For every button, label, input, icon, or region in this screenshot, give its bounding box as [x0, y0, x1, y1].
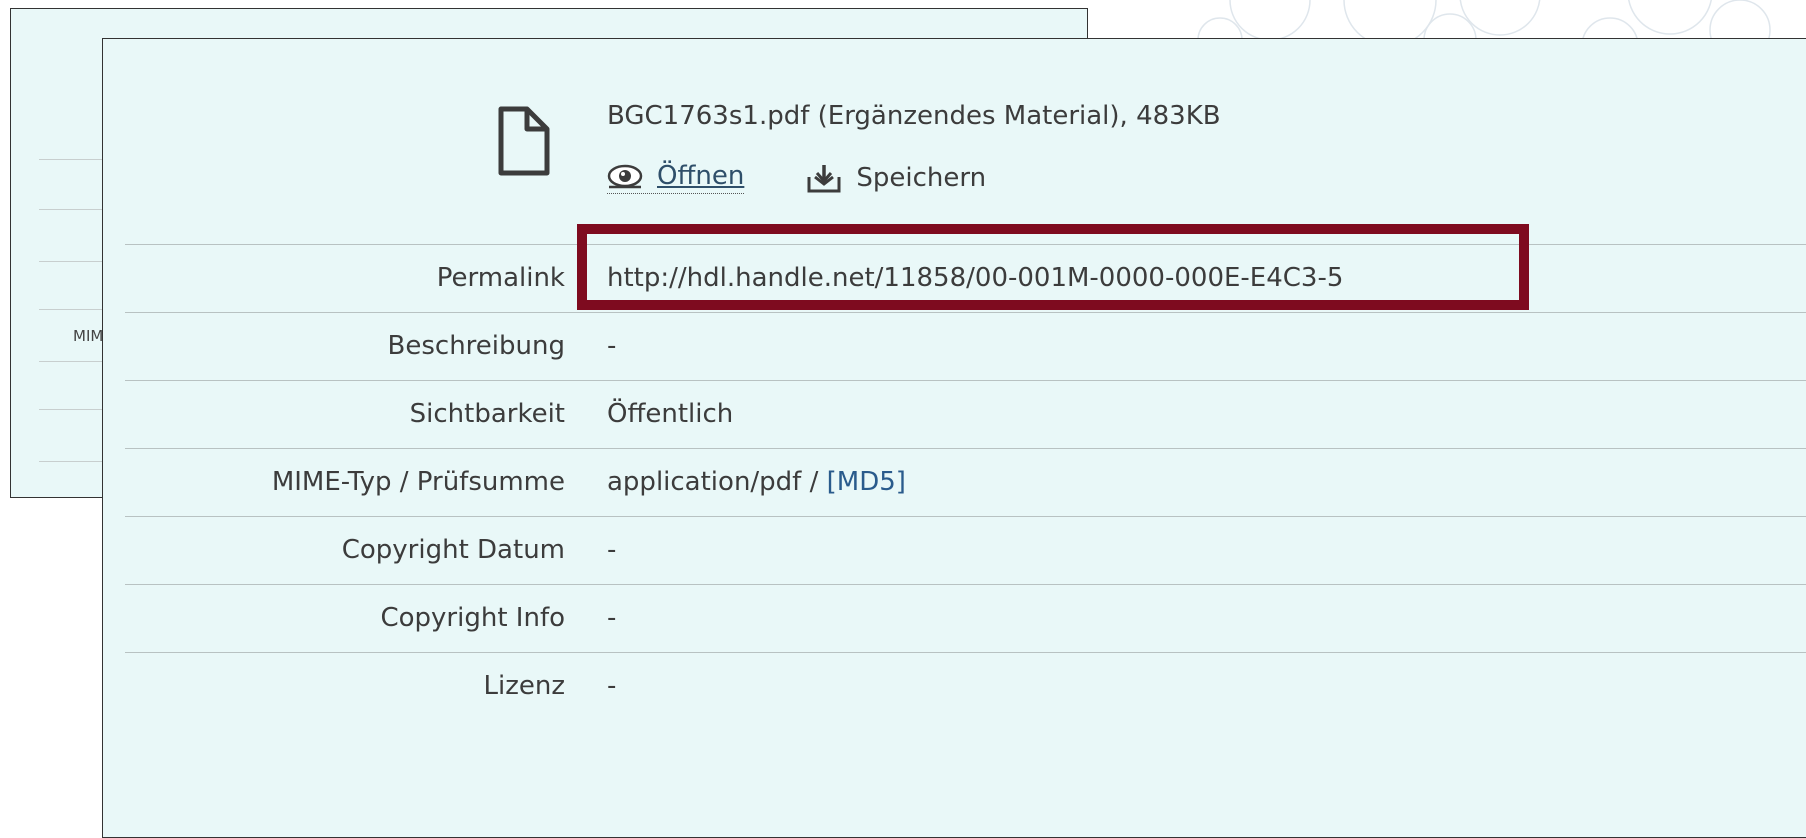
visibility-label: Sichtbarkeit — [409, 399, 565, 429]
description-value: - — [607, 331, 617, 361]
copyright-date-label: Copyright Datum — [341, 535, 565, 565]
row-mime-checksum: MIME-Typ / Prüfsumme application/pdf / [… — [125, 448, 1806, 516]
mime-checksum-value: application/pdf / [MD5] — [607, 467, 906, 497]
permalink-label: Permalink — [436, 263, 565, 293]
license-label: Lizenz — [483, 671, 565, 701]
eye-icon — [607, 164, 643, 189]
file-actions: Öffnen Speichern — [607, 161, 986, 194]
license-value: - — [607, 671, 617, 701]
mime-checksum-label: MIME-Typ / Prüfsumme — [271, 467, 565, 497]
row-permalink: Permalink http://hdl.handle.net/11858/00… — [125, 244, 1806, 312]
copyright-info-label: Copyright Info — [380, 603, 565, 633]
copyright-info-value: - — [607, 603, 617, 633]
mime-label-fragment: MIM — [73, 327, 104, 345]
copyright-date-value: - — [607, 535, 617, 565]
row-copyright-date: Copyright Datum - — [125, 516, 1806, 584]
mime-type-text: application/pdf / — [607, 467, 827, 497]
open-label: Öffnen — [657, 161, 745, 191]
download-tray-icon — [807, 164, 841, 192]
file-header: BGC1763s1.pdf (Ergänzendes Material), 48… — [103, 39, 1806, 244]
row-visibility: Sichtbarkeit Öffentlich — [125, 380, 1806, 448]
md5-link[interactable]: [MD5] — [827, 467, 906, 497]
file-icon — [498, 106, 550, 176]
row-copyright-info: Copyright Info - — [125, 584, 1806, 652]
file-title: BGC1763s1.pdf (Ergänzendes Material), 48… — [607, 101, 1221, 131]
description-label: Beschreibung — [387, 331, 565, 361]
visibility-value: Öffentlich — [607, 399, 734, 429]
file-details-panel: BGC1763s1.pdf (Ergänzendes Material), 48… — [102, 38, 1806, 838]
row-license: Lizenz - — [125, 652, 1806, 720]
file-metadata-table: Permalink http://hdl.handle.net/11858/00… — [125, 244, 1806, 720]
save-button[interactable]: Speichern — [806, 163, 986, 193]
open-button[interactable]: Öffnen — [607, 161, 745, 194]
save-label: Speichern — [856, 162, 987, 193]
row-description: Beschreibung - — [125, 312, 1806, 380]
permalink-value[interactable]: http://hdl.handle.net/11858/00-001M-0000… — [607, 263, 1343, 293]
